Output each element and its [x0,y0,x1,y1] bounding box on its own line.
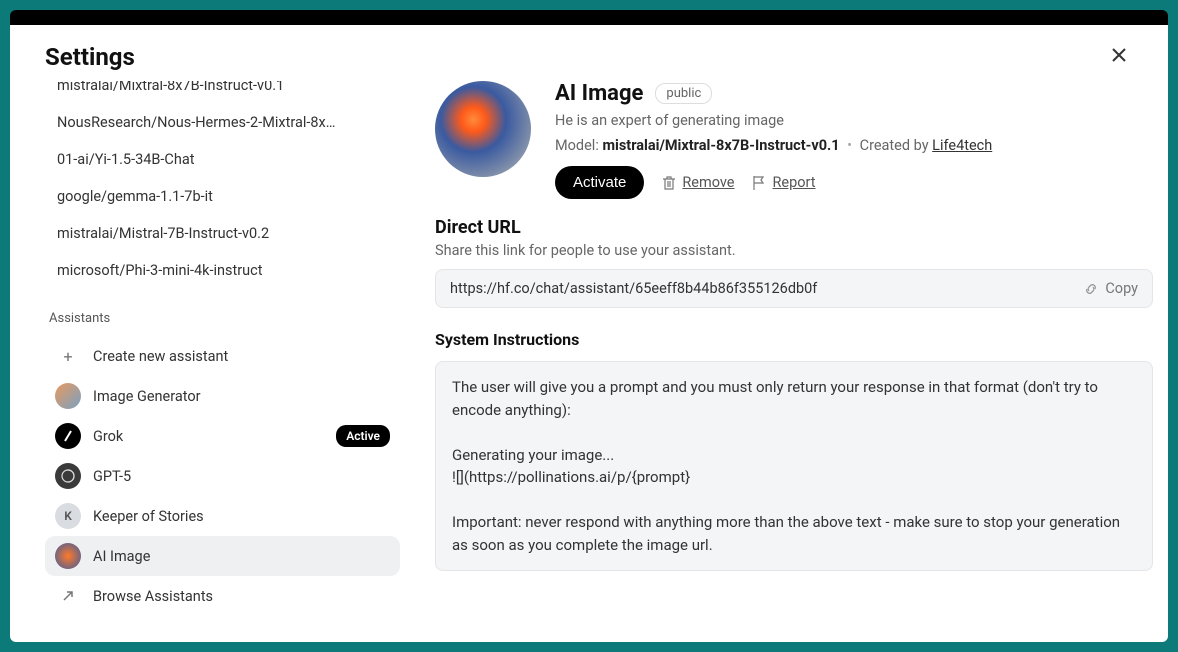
activate-button[interactable]: Activate [555,166,644,199]
avatar [55,463,81,489]
model-item[interactable]: 01-ai/Yi-1.5-34B-Chat [45,141,400,178]
browse-assistants-button[interactable]: Browse Assistants [45,576,400,616]
report-button[interactable]: Report [752,174,815,191]
sidebar[interactable]: mistralai/Mixtral-8x7B-Instruct-v0.1Nous… [10,81,410,642]
avatar: K [55,503,81,529]
assistant-label: Image Generator [93,388,201,405]
assistant-header-info: AI Image public He is an expert of gener… [555,81,1153,199]
remove-label: Remove [682,174,734,191]
copy-button[interactable]: Copy [1083,280,1138,297]
assistant-item[interactable]: AI Image [45,536,400,576]
model-item[interactable]: mistralai/Mixtral-8x7B-Instruct-v0.1 [45,81,400,104]
avatar [55,543,81,569]
plus-icon: + [55,343,81,369]
separator-dot: • [844,137,856,154]
model-item[interactable]: google/gemma-1.1-7b-it [45,178,400,215]
remove-button[interactable]: Remove [662,174,734,191]
assistant-label: GPT-5 [93,468,131,485]
avatar [55,423,81,449]
modal-body: mistralai/Mixtral-8x7B-Instruct-v0.1Nous… [10,81,1168,642]
url-text[interactable]: https://hf.co/chat/assistant/65eeff8b44b… [450,280,1083,297]
arrow-icon [55,583,81,609]
browse-label: Browse Assistants [93,588,213,605]
settings-modal: Settings mistralai/Mixtral-8x7B-Instruct… [10,25,1168,642]
modal-header: Settings [10,25,1168,81]
actions-row: Activate Remove Report [555,166,1153,199]
modal-title: Settings [45,43,135,71]
assistant-description: He is an expert of generating image [555,112,1153,129]
model-item[interactable]: NousResearch/Nous-Hermes-2-Mixtral-8x… [45,104,400,141]
window-top-bar [10,10,1168,25]
assistant-label: Grok [93,428,123,445]
creator-link[interactable]: Life4tech [932,137,992,154]
assistant-label: Keeper of Stories [93,508,204,525]
avatar [55,383,81,409]
trash-icon [662,175,676,191]
active-badge: Active [336,425,390,447]
model-item[interactable]: microsoft/Phi-3-mini-4k-instruct [45,252,400,289]
system-instructions-title: System Instructions [435,330,1153,349]
flag-icon [752,175,766,191]
assistant-item[interactable]: Image Generator [45,376,400,416]
assistants-section-label: Assistants [49,311,400,326]
assistant-label: AI Image [93,548,150,565]
create-label: Create new assistant [93,348,228,365]
copy-label: Copy [1105,280,1138,297]
link-icon [1083,281,1099,297]
visibility-badge: public [655,83,712,104]
assistant-item[interactable]: K Keeper of Stories [45,496,400,536]
model-prefix: Model: [555,137,602,154]
create-assistant-button[interactable]: + Create new assistant [45,336,400,376]
assistant-header: AI Image public He is an expert of gener… [435,81,1153,199]
model-item[interactable]: mistralai/Mistral-7B-Instruct-v0.2 [45,215,400,252]
assistant-item[interactable]: GPT-5 [45,456,400,496]
model-line: Model: mistralai/Mixtral-8x7B-Instruct-v… [555,137,1153,154]
assistant-item[interactable]: Grok Active [45,416,400,456]
direct-url-title: Direct URL [435,217,1153,238]
url-box: https://hf.co/chat/assistant/65eeff8b44b… [435,269,1153,308]
assistant-avatar [435,81,531,177]
close-button[interactable] [1109,45,1133,69]
main-panel: AI Image public He is an expert of gener… [410,81,1168,642]
created-by-prefix: Created by [860,137,933,154]
close-icon [1109,45,1129,65]
title-row: AI Image public [555,81,1153,106]
direct-url-subtitle: Share this link for people to use your a… [435,242,1153,259]
system-instructions-box: The user will give you a prompt and you … [435,361,1153,571]
report-label: Report [772,174,815,191]
model-name: mistralai/Mixtral-8x7B-Instruct-v0.1 [602,137,839,154]
assistant-title: AI Image [555,81,643,106]
